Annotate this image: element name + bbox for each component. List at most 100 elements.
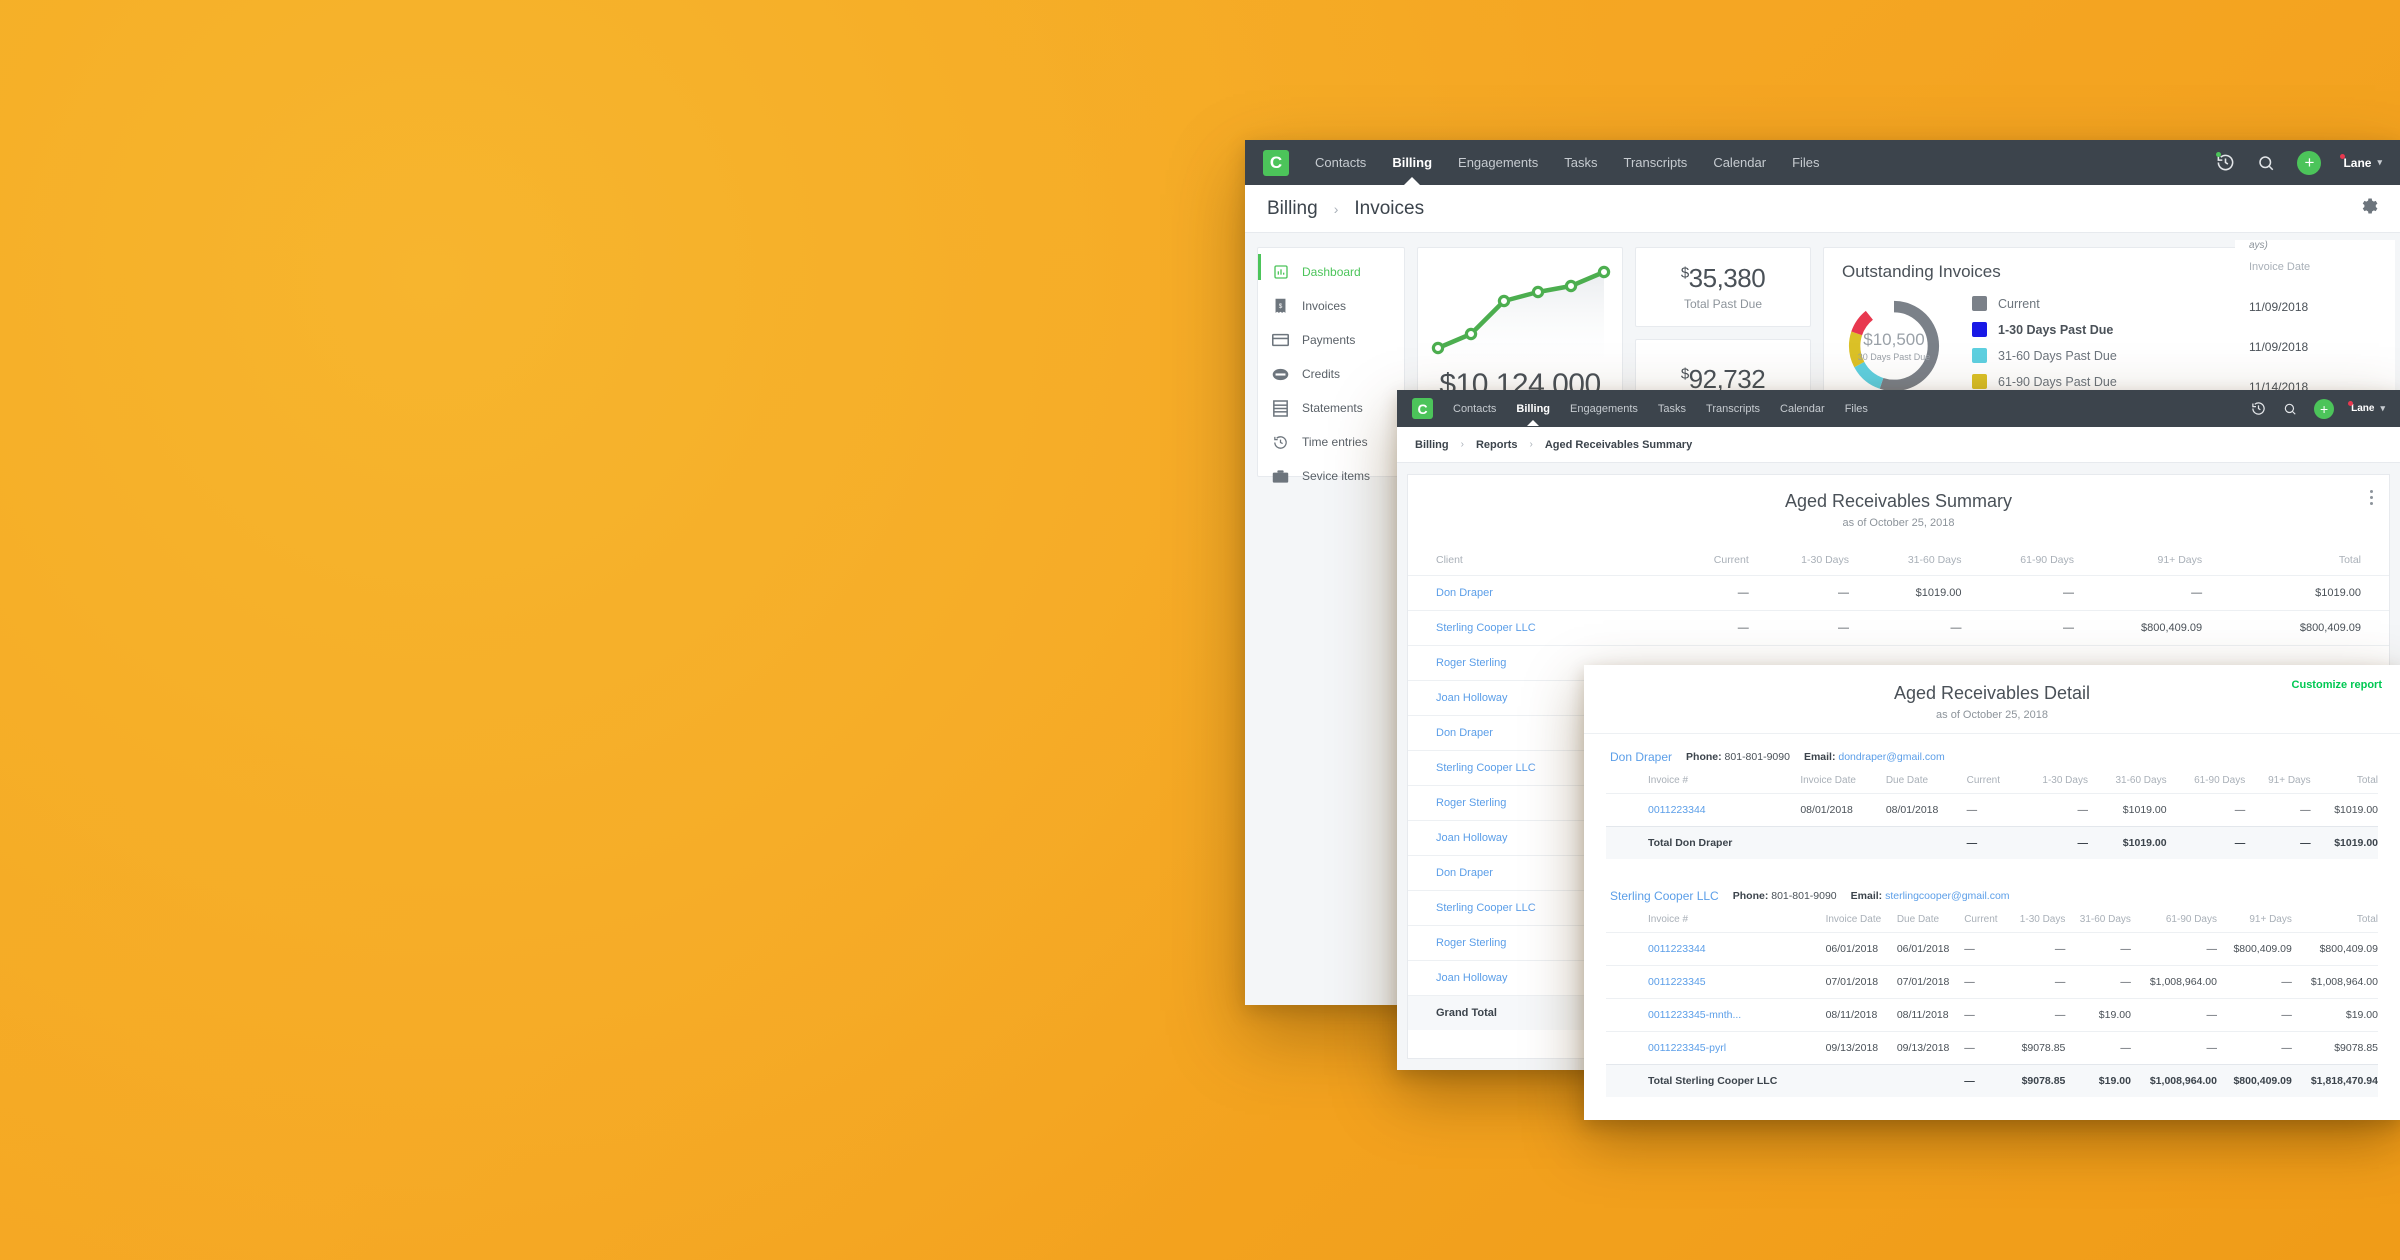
cell-invoice-date: 08/01/2018 [1800, 793, 1886, 827]
credit-card-icon [1272, 332, 1289, 349]
cell-due-date: 06/01/2018 [1896, 932, 1965, 966]
user-menu[interactable]: Lane ▾ [2340, 153, 2382, 170]
sidebar-item-statements[interactable]: Statements [1258, 396, 1404, 420]
email-label: Email: [1850, 890, 1883, 902]
cell-invoice-number[interactable]: 0011223345 [1606, 965, 1826, 999]
legend-item-1-30[interactable]: 1-30 Days Past Due [1972, 322, 2117, 337]
cell-client[interactable]: Sterling Cooper LLC [1408, 610, 1676, 646]
phone-value: 801-801-9090 [1771, 890, 1837, 902]
nav-item-contacts[interactable]: Contacts [1453, 403, 1496, 415]
sidebar-item-payments[interactable]: Payments [1258, 328, 1404, 352]
client-total-row: Total Don Draper — — $1019.00 — — $1019.… [1606, 826, 2378, 859]
app-logo[interactable]: C [1263, 149, 1289, 176]
search-icon[interactable] [2283, 402, 2297, 416]
breadcrumb-item-aged-receivables-summary[interactable]: Aged Receivables Summary [1545, 439, 1692, 451]
cell-due-date: 08/01/2018 [1885, 793, 1967, 827]
sidebar-item-invoices[interactable]: $ Invoices [1258, 294, 1404, 318]
cell-client[interactable]: Don Draper [1408, 575, 1676, 611]
breadcrumb-item-reports[interactable]: Reports [1476, 439, 1518, 451]
sidebar-item-time-entries[interactable]: Time entries [1258, 430, 1404, 454]
nav-item-tasks[interactable]: Tasks [1564, 155, 1597, 170]
cell-total: $800,409.09 [2291, 932, 2378, 966]
user-menu[interactable]: Lane ▾ [2348, 401, 2385, 414]
nav-item-transcripts[interactable]: Transcripts [1706, 403, 1760, 415]
nav-item-files[interactable]: Files [1845, 403, 1868, 415]
legend-swatch [1972, 374, 1987, 389]
sidebar-item-label: Sevice items [1302, 469, 1371, 483]
nav-item-calendar[interactable]: Calendar [1780, 403, 1825, 415]
cell-due-date: 09/13/2018 [1896, 1031, 1965, 1065]
col-31-60: 31-60 Days [2115, 775, 2167, 786]
donut-center-text: $10,500 30 Days Past Due [1842, 294, 1946, 398]
cell-61-90: — [2130, 932, 2217, 966]
nav-item-contacts[interactable]: Contacts [1315, 155, 1366, 170]
cell-invoice-number[interactable]: 0011223345-pyrl [1606, 1031, 1826, 1065]
cell-invoice-number[interactable]: 0011223344 [1606, 932, 1826, 966]
history-icon[interactable] [2251, 401, 2266, 416]
cell-total-label: Total Sterling Cooper LLC [1606, 1064, 1826, 1097]
client-name[interactable]: Sterling Cooper LLC [1610, 889, 1719, 903]
email-value[interactable]: sterlingcooper@gmail.com [1885, 890, 2009, 902]
nav-item-billing[interactable]: Billing [1516, 403, 1550, 415]
list-icon [1272, 399, 1289, 417]
nav-item-calendar[interactable]: Calendar [1713, 155, 1766, 170]
app-logo[interactable]: C [1412, 398, 1433, 419]
breadcrumb-item-billing[interactable]: Billing [1267, 198, 1318, 220]
nav-item-engagements[interactable]: Engagements [1458, 155, 1538, 170]
cell-61-90: — [2130, 1031, 2217, 1065]
nav-item-files[interactable]: Files [1792, 155, 1819, 170]
client-name[interactable]: Don Draper [1610, 750, 1672, 764]
cell-due-date [1896, 1064, 1965, 1097]
nav-item-transcripts[interactable]: Transcripts [1624, 155, 1688, 170]
add-icon[interactable]: + [2297, 150, 2322, 175]
breadcrumb: Billing › Invoices [1245, 185, 2400, 233]
col-total: Total [2338, 554, 2361, 566]
more-options-icon[interactable] [2370, 490, 2373, 505]
cell-31-60: — [2065, 965, 2131, 999]
cell-invoice-number[interactable]: 0011223344 [1606, 793, 1801, 827]
sidebar-item-dashboard[interactable]: Dashboard [1258, 254, 1404, 284]
col-invoice-number: Invoice # [1648, 914, 1689, 925]
sidebar-item-credits[interactable]: Credits [1258, 362, 1404, 386]
outstanding-donut-chart: $10,500 30 Days Past Due [1842, 294, 1946, 398]
svg-text:$: $ [1279, 302, 1283, 309]
sidebar-item-service-items[interactable]: Sevice items [1258, 464, 1404, 488]
cell-1-30: — [2017, 826, 2088, 859]
invoice-date-row: 11/09/2018 [2249, 300, 2309, 314]
gear-icon[interactable] [2358, 196, 2378, 221]
col-invoice-date: Invoice Date [1825, 914, 1882, 925]
col-31-60: 31-60 Days [2079, 914, 2131, 925]
cell-invoice-date: 09/13/2018 [1825, 1031, 1897, 1065]
breadcrumb-item-billing[interactable]: Billing [1415, 439, 1449, 451]
client-total-row: Total Sterling Cooper LLC — $9078.85 $19… [1606, 1064, 2378, 1097]
nav-item-billing[interactable]: Billing [1392, 155, 1432, 170]
sidebar-item-label: Dashboard [1302, 265, 1361, 279]
legend-label: Current [1998, 296, 2040, 311]
window-aged-receivables-detail: Customize report Aged Receivables Detail… [1584, 665, 2400, 1120]
history-icon[interactable] [2216, 152, 2235, 172]
chevron-down-icon: ▾ [2380, 403, 2385, 413]
breadcrumb-item-invoices[interactable]: Invoices [1354, 198, 1424, 220]
col-1-30: 1-30 Days [2042, 775, 2088, 786]
col-91-plus: 91+ Days [2157, 554, 2203, 566]
cell-invoice-number[interactable]: 0011223345-mnth... [1606, 998, 1826, 1032]
table-row: Don Draper — — $1019.00— — $1019.00 [1408, 575, 2389, 611]
legend-item-current[interactable]: Current [1972, 296, 2117, 311]
nav-items: Contacts Billing Engagements Tasks Trans… [1315, 155, 1820, 170]
legend-item-61-90[interactable]: 61-90 Days Past Due [1972, 374, 2117, 389]
cell-due-date [1885, 826, 1967, 859]
legend-swatch [1972, 348, 1987, 363]
email-value[interactable]: dondraper@gmail.com [1838, 751, 1944, 763]
table-header-row: Client Current 1-30 Days 31-60 Days 61-9… [1408, 545, 2389, 576]
customize-report-link[interactable]: Customize report [2292, 679, 2382, 691]
search-icon[interactable] [2257, 154, 2275, 172]
cell-31-60: $1019.00 [2087, 793, 2167, 827]
invoice-icon: $ [1272, 298, 1289, 315]
nav-item-engagements[interactable]: Engagements [1570, 403, 1638, 415]
legend-swatch [1972, 322, 1987, 337]
cell-invoice-date [1825, 1064, 1897, 1097]
cell-total: $1,008,964.00 [2291, 965, 2378, 999]
legend-item-31-60[interactable]: 31-60 Days Past Due [1972, 348, 2117, 363]
nav-item-tasks[interactable]: Tasks [1658, 403, 1686, 415]
add-icon[interactable]: + [2314, 398, 2335, 419]
